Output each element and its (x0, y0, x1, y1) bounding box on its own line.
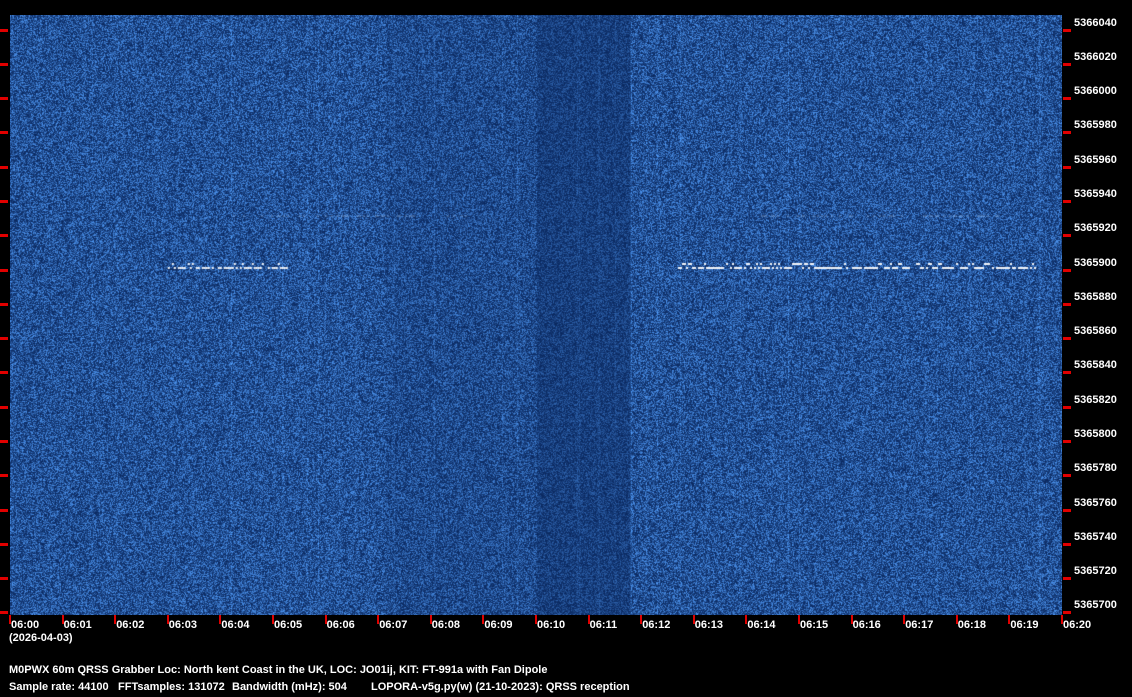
y-tick-left (0, 166, 8, 169)
x-tick-label: 06:05 (274, 619, 302, 631)
bandwidth: Bandwidth (mHz): 504 (232, 681, 347, 693)
y-tick-left (0, 474, 8, 477)
y-tick-left (0, 509, 8, 512)
y-tick-right (1063, 611, 1071, 614)
y-tick-label: 5366020 (1074, 51, 1117, 63)
y-tick-left (0, 371, 8, 374)
y-tick-label: 5365760 (1074, 497, 1117, 509)
y-tick-label: 5366040 (1074, 17, 1117, 29)
y-tick-label: 5365780 (1074, 462, 1117, 474)
y-tick-label: 5365940 (1074, 188, 1117, 200)
y-tick-right (1063, 543, 1071, 546)
x-tick-label: 06:14 (747, 619, 775, 631)
x-tick-label: 06:17 (905, 619, 933, 631)
y-tick-right (1063, 337, 1071, 340)
spectrogram-waterfall (10, 15, 1062, 615)
y-tick-right (1063, 371, 1071, 374)
x-tick-label: 06:07 (379, 619, 407, 631)
x-tick-label: 06:10 (537, 619, 565, 631)
y-tick-left (0, 200, 8, 203)
y-tick-left (0, 611, 8, 614)
x-tick-label: 06:12 (642, 619, 670, 631)
y-tick-right (1063, 269, 1071, 272)
y-tick-label: 5365840 (1074, 359, 1117, 371)
y-tick-right (1063, 166, 1071, 169)
y-tick-label: 5365980 (1074, 119, 1117, 131)
grabber-title: M0PWX 60m QRSS Grabber Loc: North kent C… (9, 664, 547, 676)
y-tick-right (1063, 577, 1071, 580)
y-tick-left (0, 131, 8, 134)
sample-rate: Sample rate: 44100 (9, 681, 109, 693)
y-tick-label: 5365720 (1074, 565, 1117, 577)
y-tick-label: 5366000 (1074, 85, 1117, 97)
x-tick-label: 06:16 (853, 619, 881, 631)
y-tick-left (0, 63, 8, 66)
x-tick-label: 06:19 (1010, 619, 1038, 631)
y-tick-label: 5365740 (1074, 531, 1117, 543)
y-tick-right (1063, 200, 1071, 203)
y-tick-left (0, 406, 8, 409)
y-tick-right (1063, 63, 1071, 66)
x-tick-label: 06:02 (116, 619, 144, 631)
y-tick-label: 5365880 (1074, 291, 1117, 303)
y-tick-right (1063, 29, 1071, 32)
y-tick-right (1063, 234, 1071, 237)
x-tick-label: 06:15 (800, 619, 828, 631)
x-tick-label: 06:09 (484, 619, 512, 631)
y-tick-right (1063, 97, 1071, 100)
x-tick-label: 06:04 (221, 619, 249, 631)
y-tick-label: 5365700 (1074, 599, 1117, 611)
x-tick-label: 06:13 (695, 619, 723, 631)
y-tick-left (0, 577, 8, 580)
x-tick-label: 06:00 (11, 619, 39, 631)
x-tick-label: 06:18 (958, 619, 986, 631)
y-tick-label: 5365960 (1074, 154, 1117, 166)
y-tick-left (0, 29, 8, 32)
y-tick-left (0, 440, 8, 443)
fft-samples: FFTsamples: 131072 (118, 681, 225, 693)
y-tick-left (0, 97, 8, 100)
y-tick-label: 5365920 (1074, 222, 1117, 234)
x-tick-label: 06:03 (169, 619, 197, 631)
y-tick-right (1063, 474, 1071, 477)
x-tick-label: 06:20 (1063, 619, 1091, 631)
x-tick-label: 06:11 (590, 619, 618, 631)
y-tick-right (1063, 406, 1071, 409)
y-tick-right (1063, 440, 1071, 443)
y-tick-left (0, 543, 8, 546)
y-tick-label: 5365900 (1074, 257, 1117, 269)
y-tick-left (0, 337, 8, 340)
y-tick-right (1063, 509, 1071, 512)
x-tick-label: 06:06 (327, 619, 355, 631)
y-tick-right (1063, 131, 1071, 134)
y-tick-label: 5365820 (1074, 394, 1117, 406)
x-tick-label: 06:01 (64, 619, 92, 631)
y-tick-right (1063, 303, 1071, 306)
y-tick-left (0, 269, 8, 272)
y-tick-label: 5365860 (1074, 325, 1117, 337)
y-tick-left (0, 234, 8, 237)
y-tick-left (0, 303, 8, 306)
software-version: LOPORA-v5g.py(w) (21-10-2023): QRSS rece… (371, 681, 630, 693)
y-tick-label: 5365800 (1074, 428, 1117, 440)
date-label: (2026-04-03) (9, 632, 73, 644)
x-tick-label: 06:08 (432, 619, 460, 631)
